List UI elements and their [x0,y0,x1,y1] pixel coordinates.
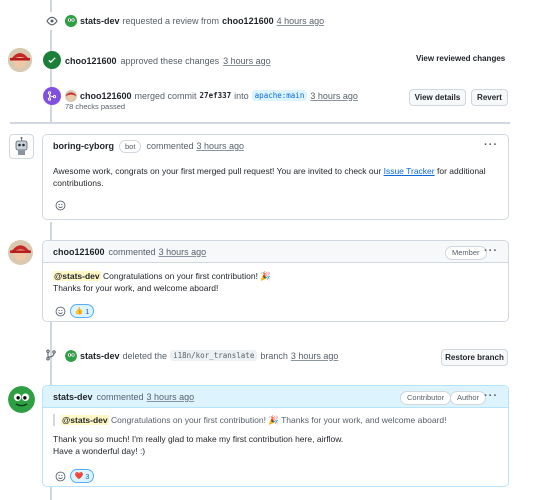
event-user-link[interactable]: stats-dev [80,351,120,361]
branch-label[interactable]: i18n/kor_translate [170,350,258,361]
comment-author-link[interactable]: choo121600 [53,247,105,257]
event-user-link[interactable]: choo121600 [65,56,117,66]
smiley-icon [55,306,65,316]
reaction-count: 1 [85,306,90,316]
avatar[interactable] [8,386,35,413]
heart-reaction[interactable]: ❤️ 3 [70,469,94,483]
user-mention[interactable]: @stats-dev [61,415,109,425]
check-circle-icon [43,51,61,69]
comment-card: choo121600 commented 3 hours ago Member … [42,240,509,322]
avatar[interactable] [9,134,34,159]
avatar[interactable] [65,349,77,362]
eye-icon [43,12,61,30]
view-reviewed-changes-button[interactable]: View reviewed changes [416,54,505,63]
add-reaction-button[interactable] [52,304,68,318]
comment-action: commented [96,391,144,402]
avatar[interactable] [8,48,32,72]
thumbs-up-icon: 👍 [74,308,84,315]
member-badge: Member [445,246,487,260]
comment-text: Congratulations on your first contributi… [102,271,271,281]
author-badge: Author [450,391,487,405]
avatar[interactable] [65,89,77,102]
comment-action: commented [146,141,194,151]
approval-event: choo121600 approved these changes 3 hour… [65,54,271,67]
quoted-text: Congratulations on your first contributi… [110,415,447,425]
contributor-badge: Contributor [400,391,452,405]
event-text: approved these changes [120,55,220,66]
comment-timestamp[interactable]: 3 hours ago [147,392,195,402]
comment-timestamp[interactable]: 3 hours ago [159,247,207,257]
event-text: requested a review from [122,16,220,26]
user-mention[interactable]: @stats-dev [53,271,101,281]
merge-icon [43,87,61,105]
heart-icon: ❤️ [74,473,84,480]
event-text: deleted the [122,350,168,361]
reaction-count: 3 [85,471,90,481]
comment-action: commented [108,246,156,257]
merge-event: choo121600 merged commit 27ef337 into ap… [65,89,358,102]
git-branch-icon [45,349,57,363]
comment-author-link[interactable]: boring-cyborg [53,141,114,151]
comment-text: Thank you so much! I'm really glad to ma… [53,434,344,444]
event-text: into [234,90,249,101]
comment-header: choo121600 commented 3 hours ago Member … [43,241,508,263]
comment-body: @stats-dev Congratulations on your first… [43,263,508,294]
issue-tracker-link[interactable]: Issue Tracker [384,166,435,176]
avatar[interactable] [65,15,77,27]
comment-text: Awesome work, congrats on your first mer… [53,166,382,176]
comment-card: boring-cyborg bot commented 3 hours ago … [42,134,509,220]
smiley-icon [55,471,65,481]
view-details-button[interactable]: View details [409,89,466,106]
comment-card: stats-dev commented 3 hours ago Contribu… [42,385,509,487]
event-timestamp[interactable]: 3 hours ago [310,91,358,101]
timeline-separator [10,122,510,124]
more-options-icon[interactable]: ··· [484,139,498,151]
thumbs-up-reaction[interactable]: 👍 1 [70,304,94,318]
add-reaction-button[interactable] [52,469,68,483]
more-options-icon[interactable]: ··· [484,245,498,257]
restore-branch-button[interactable]: Restore branch [441,349,508,366]
comment-timestamp[interactable]: 3 hours ago [196,141,244,151]
branch-deleted-event: stats-dev deleted the i18n/kor_translate… [65,349,338,362]
comment-text: Thanks for your work, and welcome aboard… [53,283,219,293]
comment-body: Thank you so much! I'm really glad to ma… [43,426,508,457]
checks-status[interactable]: 78 checks passed [65,102,125,111]
branch-label[interactable]: apache:main [251,90,308,101]
comment-header: boring-cyborg bot commented 3 hours ago … [43,135,508,157]
quote-block: @stats-dev Congratulations on your first… [53,414,498,426]
revert-button[interactable]: Revert [471,89,508,106]
event-user-link[interactable]: choo121600 [80,91,132,101]
review-request-event: stats-dev requested a review from choo12… [65,14,324,28]
timeline-line [50,222,52,242]
add-reaction-button[interactable] [52,198,68,212]
event-timestamp[interactable]: 3 hours ago [223,56,271,66]
reviewer-link[interactable]: choo121600 [222,16,274,26]
bot-badge: bot [119,139,142,153]
event-timestamp[interactable]: 4 hours ago [277,16,325,26]
smiley-icon [55,200,65,210]
comment-author-link[interactable]: stats-dev [53,392,93,402]
comment-text: Have a wonderful day! :) [53,446,146,456]
timeline-line [50,486,52,500]
more-options-icon[interactable]: ··· [484,390,498,402]
event-text: merged commit [134,90,197,101]
event-text: branch [260,350,288,361]
comment-body: Awesome work, congrats on your first mer… [43,157,508,189]
event-user-link[interactable]: stats-dev [80,16,120,26]
event-timestamp[interactable]: 3 hours ago [291,351,339,361]
commit-sha-link[interactable]: 27ef337 [200,91,232,100]
comment-header: stats-dev commented 3 hours ago Contribu… [43,386,508,408]
avatar[interactable] [8,240,33,265]
